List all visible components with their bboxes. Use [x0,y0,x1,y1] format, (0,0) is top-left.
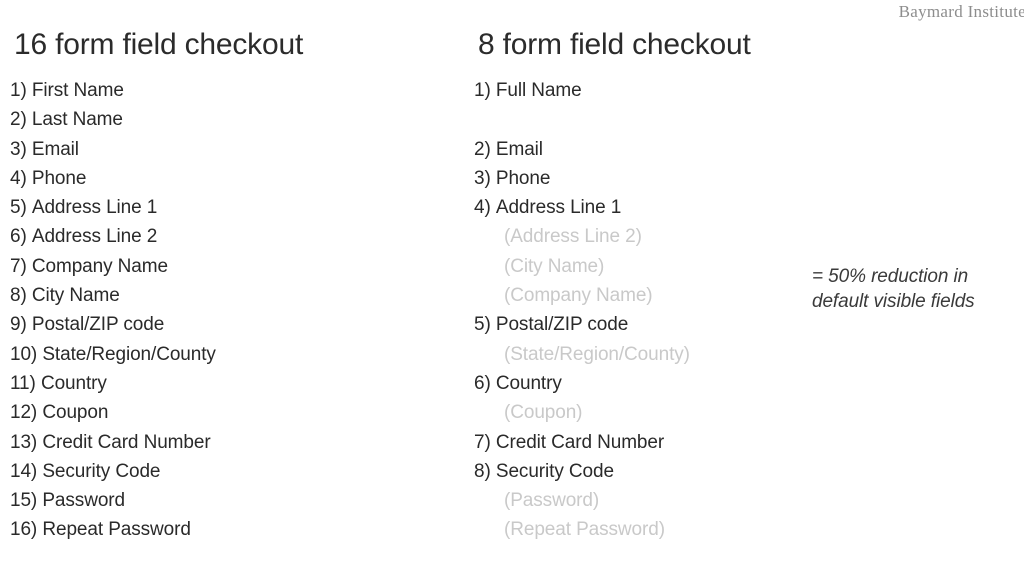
field-row: 8) City Name [10,281,460,310]
left-column-title: 16 form field checkout [14,28,304,61]
field-label: Company Name [31,255,168,277]
field-label: (State/Region/County) [504,343,690,365]
field-label: Country [495,372,562,394]
field-row: (Company Name) [474,281,804,310]
field-row: 9) Postal/ZIP code [10,310,460,339]
field-row: (Password) [474,486,804,515]
field-row: 16) Repeat Password [10,515,460,544]
field-row: (State/Region/County) [474,340,804,369]
field-label: Email [495,138,543,160]
reduction-annotation: = 50% reduction in default visible field… [812,264,1017,314]
field-row: 8) Security Code [474,457,804,486]
field-row: 13) Credit Card Number [10,428,460,457]
field-label: Password [42,490,125,512]
field-label: Phone [495,167,551,189]
field-number: 6) [474,372,491,394]
field-number: 8) [474,460,491,482]
field-label: Last Name [31,109,123,131]
annotation-line-2: default visible fields [812,291,975,312]
field-label: Credit Card Number [495,431,665,453]
field-row: (Coupon) [474,398,804,427]
field-label: (Coupon) [504,402,583,424]
field-label: First Name [31,80,124,101]
field-row: 4) Phone [10,164,460,193]
field-number: 3) [474,167,491,189]
field-label: (Address Line 2) [504,226,642,248]
field-number: 7) [10,255,27,277]
field-row: 2) Last Name [10,105,460,134]
field-label: Phone [31,167,87,189]
field-label: Repeat Password [42,519,191,541]
field-row: 3) Phone [474,164,804,193]
field-row: 5) Address Line 1 [10,193,460,222]
field-row: 12) Coupon [10,398,460,427]
field-number: 1) [10,80,27,101]
field-row: 1) Full Name [474,76,804,105]
field-number: 11) [10,372,36,394]
field-number: 14) [10,460,38,482]
annotation-line-1: = 50% reduction in [812,266,969,287]
field-row: 2) Email [474,135,804,164]
field-row: (City Name) [474,252,804,281]
field-number: 9) [10,314,27,336]
field-row: 4) Address Line 1 [474,193,804,222]
right-field-list: 1) Full Name 2) Email 3) Phone 4) Address L… [474,76,804,545]
field-row: (Address Line 2) [474,222,804,251]
field-label: (Company Name) [504,285,653,307]
field-row: 1) First Name [10,76,460,105]
field-number: 2) [10,109,27,131]
slide-canvas: Baymard Institute 16 form field checkout… [0,0,1024,572]
field-number: 16) [10,519,38,541]
field-number: 3) [10,138,27,160]
field-row: 10) State/Region/County [10,340,460,369]
field-label: Security Code [42,460,161,482]
field-number: 5) [474,314,491,336]
field-number: 1) [474,80,491,101]
field-label: Security Code [495,460,614,482]
field-label: (Password) [504,490,600,512]
field-label: Email [31,138,79,160]
baymard-institute-watermark: Baymard Institute [898,2,1024,21]
field-row: 15) Password [10,486,460,515]
field-row: (Repeat Password) [474,515,804,544]
field-number: 2) [474,138,491,160]
field-row: 14) Security Code [10,457,460,486]
field-label: Country [40,372,107,394]
field-number: 4) [474,197,491,219]
field-label: Postal/ZIP code [31,314,165,336]
field-row: 7) Credit Card Number [474,428,804,457]
field-row: 6) Address Line 2 [10,222,460,251]
field-number: 15) [10,490,38,512]
field-label: Postal/ZIP code [495,314,629,336]
field-row-spacer [474,105,804,134]
field-label: Full Name [495,80,582,101]
field-row: 6) Country [474,369,804,398]
field-label: Credit Card Number [42,431,211,453]
field-number: 10) [10,343,38,365]
field-label: City Name [31,285,120,307]
right-column-title: 8 form field checkout [478,28,751,61]
field-row: 7) Company Name [10,252,460,281]
field-row: 5) Postal/ZIP code [474,310,804,339]
field-number: 13) [10,431,38,453]
field-label: Address Line 1 [495,197,622,219]
field-row: 11) Country [10,369,460,398]
left-field-list: 1) First Name 2) Last Name 3) Email 4) Phon… [10,76,460,545]
field-number: 5) [10,197,27,219]
field-label: Address Line 2 [31,226,158,248]
field-label: (City Name) [504,255,605,277]
field-label: (Repeat Password) [504,519,665,541]
field-number: 6) [10,226,27,248]
field-number: 8) [10,285,27,307]
field-row: 3) Email [10,135,460,164]
field-label: State/Region/County [42,343,216,365]
field-label: Coupon [42,402,109,424]
field-number: 12) [10,402,38,424]
field-label: Address Line 1 [31,197,158,219]
field-number: 4) [10,167,27,189]
field-number: 7) [474,431,491,453]
